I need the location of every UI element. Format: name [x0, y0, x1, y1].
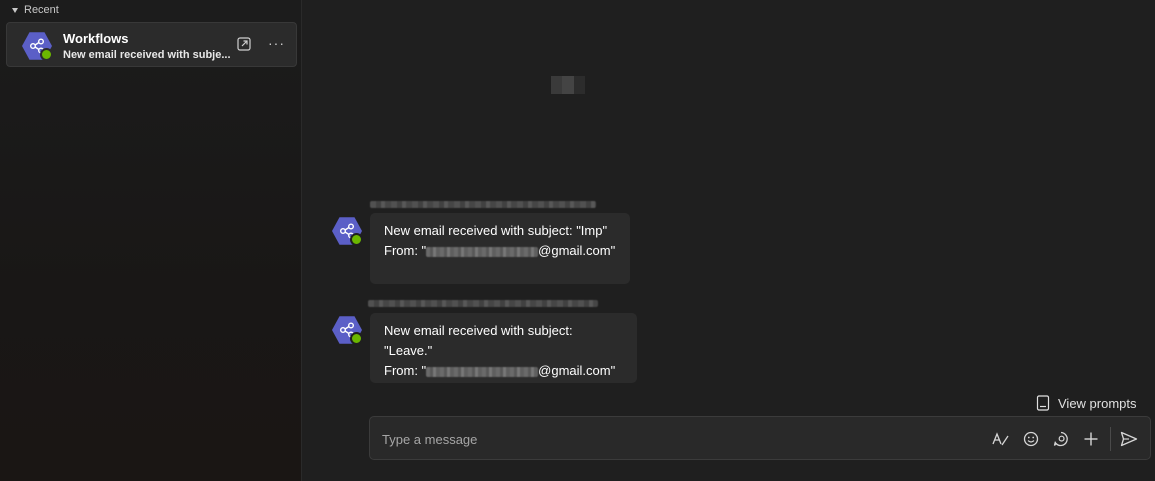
chat-preview: New email received with subje...: [63, 49, 231, 61]
status-available-badge: [350, 332, 363, 345]
format-icon[interactable]: [992, 430, 1010, 448]
message-composer: [369, 416, 1151, 460]
message-text: New email received with subject: "Imp": [384, 223, 608, 238]
pop-out-icon[interactable]: [237, 37, 251, 51]
recent-label: Recent: [24, 4, 59, 16]
emoji-icon[interactable]: [1022, 430, 1040, 448]
more-options-icon[interactable]: ···: [268, 35, 285, 51]
chat-title: Workflows: [63, 31, 129, 46]
status-available-badge: [350, 233, 363, 246]
toolbar-divider: [1110, 427, 1111, 451]
message-from: From: " @gmail.com": [384, 363, 616, 378]
workflows-avatar[interactable]: [332, 315, 363, 345]
redacted-email: [426, 366, 539, 377]
workflows-avatar: [22, 31, 53, 61]
view-prompts-button[interactable]: View prompts: [1036, 395, 1137, 411]
redacted-message-header: [368, 300, 598, 307]
message-bubble[interactable]: New email received with subject: "Leave.…: [370, 313, 637, 383]
message-input[interactable]: [382, 429, 972, 449]
message-bubble[interactable]: New email received with subject: "Imp" F…: [370, 213, 630, 284]
send-icon[interactable]: [1120, 430, 1138, 448]
workflows-avatar[interactable]: [332, 216, 363, 246]
message-text: New email received with subject: "Leave.…: [384, 323, 573, 358]
redacted-email: [426, 246, 539, 257]
plus-icon[interactable]: [1082, 430, 1100, 448]
message-from: From: " @gmail.com": [384, 243, 616, 258]
recent-section-header[interactable]: Recent: [12, 3, 59, 17]
chat-item-workflows[interactable]: Workflows New email received with subje.…: [6, 22, 297, 67]
sidebar: Recent Workflows New email received with…: [0, 0, 302, 481]
view-prompts-label: View prompts: [1058, 395, 1137, 411]
loop-icon[interactable]: [1052, 430, 1070, 448]
redacted-message-header: [370, 201, 596, 208]
prompts-book-icon: [1036, 395, 1050, 411]
caret-down-icon: [12, 7, 18, 13]
pixelated-avatar: [551, 76, 585, 94]
status-available-badge: [40, 48, 53, 61]
